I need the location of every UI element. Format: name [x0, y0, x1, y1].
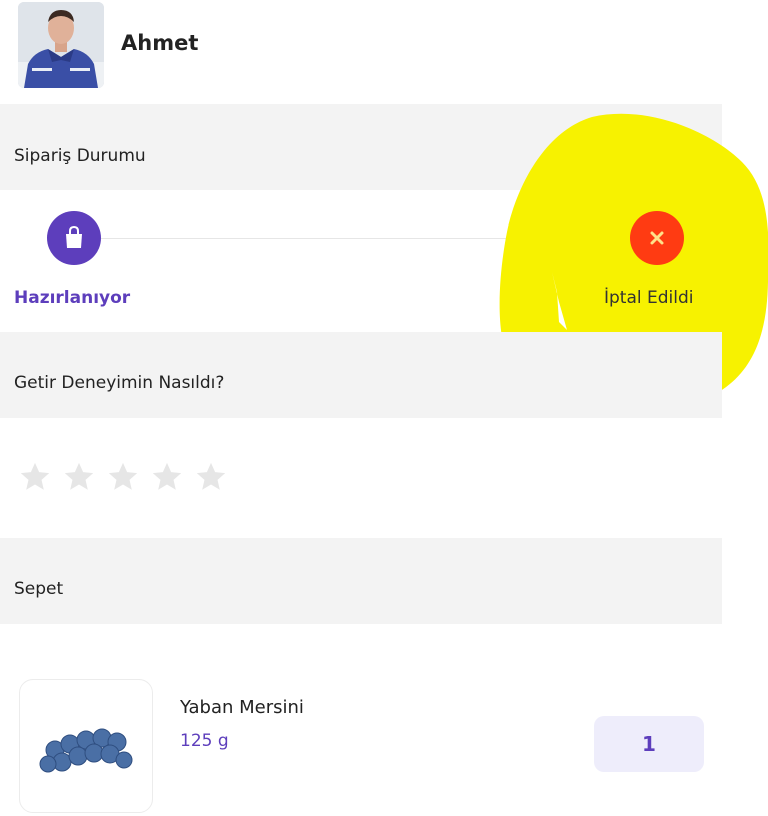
product-weight: 125 g	[180, 731, 229, 751]
star-rating[interactable]	[18, 460, 228, 494]
cancelled-status-circle	[630, 211, 684, 265]
star-icon[interactable]	[150, 460, 184, 494]
close-icon	[650, 231, 664, 245]
blueberry-image	[39, 728, 133, 773]
star-icon[interactable]	[18, 460, 52, 494]
avatar	[18, 2, 104, 88]
basket-title: Sepet	[14, 579, 64, 599]
cancelled-status-label: İptal Edildi	[604, 288, 694, 308]
product-image-card[interactable]	[19, 679, 153, 813]
preparing-status-label: Hazırlanıyor	[14, 288, 131, 308]
basket-bar	[0, 538, 722, 624]
star-icon[interactable]	[194, 460, 228, 494]
quantity-badge[interactable]: 1	[594, 716, 704, 772]
preparing-status-circle	[47, 211, 101, 265]
product-name: Yaban Mersini	[180, 697, 304, 718]
shopping-bag-icon	[66, 225, 82, 248]
user-name: Ahmet	[121, 31, 199, 55]
star-icon[interactable]	[62, 460, 96, 494]
rating-title: Getir Deneyimin Nasıldı?	[14, 373, 225, 393]
star-icon[interactable]	[106, 460, 140, 494]
order-status-title: Sipariş Durumu	[14, 146, 146, 166]
